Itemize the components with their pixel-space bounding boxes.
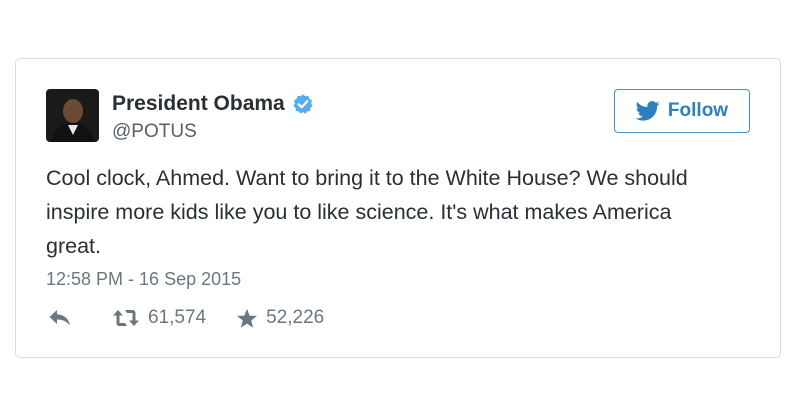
tweet-text: Cool clock, Ahmed. Want to bring it to t… [46,166,688,258]
like-button[interactable]: 52,226 [236,307,324,329]
avatar[interactable] [46,89,99,142]
star-icon [237,308,258,328]
twitter-bird-icon [635,101,660,121]
tweet-card: President Obama @POTUS Follow Cool clock… [15,58,781,358]
like-count: 52,226 [266,307,325,328]
author-name[interactable]: President Obama [112,92,285,116]
author-row: President Obama [112,92,314,116]
tweet-actions: 61,574 52,226 [48,307,324,329]
tweet-timestamp[interactable]: 12:58 PM - 16 Sep 2015 [46,269,241,290]
retweet-button[interactable]: 61,574 [112,307,206,329]
follow-button-label: Follow [667,100,729,121]
reply-arrow-icon [49,310,70,326]
author-handle[interactable]: @POTUS [112,121,197,143]
retweet-icon [113,310,139,326]
follow-button[interactable]: Follow [614,89,750,133]
reply-button[interactable] [48,309,72,327]
avatar-image [46,89,99,142]
verified-badge-icon [293,94,313,114]
retweet-count: 61,574 [148,307,207,328]
